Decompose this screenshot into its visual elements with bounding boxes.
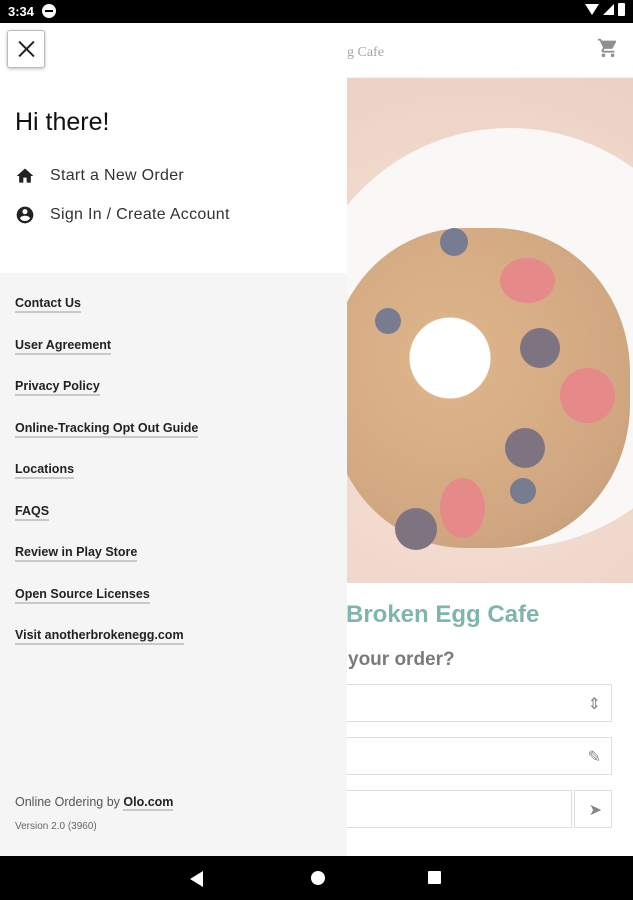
wifi-icon [585, 4, 599, 15]
review-play-store-link[interactable]: Review in Play Store [15, 545, 138, 562]
drawer-footer: Online Ordering by Olo.com [15, 795, 174, 811]
status-time: 3:34 [8, 4, 35, 19]
start-new-order-item[interactable]: Start a New Order [15, 166, 184, 186]
cell-signal-icon [603, 4, 614, 15]
visit-website-link[interactable]: Visit anotherbrokenegg.com [15, 628, 184, 645]
screen: 3:34 gg Cafe Broken Egg Cafe your order?… [0, 0, 633, 900]
menu-item-label: Sign In / Create Account [50, 206, 230, 223]
greeting-heading: Hi there! [15, 108, 110, 136]
battery-icon [618, 3, 625, 16]
navigation-drawer: Hi there! Start a New Order Sign In / Cr… [0, 23, 347, 856]
system-icons [585, 3, 625, 16]
home-icon [16, 168, 34, 183]
back-icon[interactable] [190, 871, 203, 887]
open-source-licenses-link[interactable]: Open Source Licenses [15, 587, 150, 604]
sign-in-item[interactable]: Sign In / Create Account [15, 205, 230, 225]
recents-icon[interactable] [428, 871, 441, 884]
olo-link[interactable]: Olo.com [123, 795, 174, 811]
close-drawer-button[interactable] [7, 30, 45, 68]
app-version: Version 2.0 (3960) [15, 821, 97, 832]
dnd-icon [42, 4, 56, 18]
privacy-policy-link[interactable]: Privacy Policy [15, 379, 100, 396]
account-circle-icon [16, 206, 34, 224]
footer-prefix: Online Ordering by [15, 795, 120, 809]
faqs-link[interactable]: FAQS [15, 504, 50, 521]
contact-us-link[interactable]: Contact Us [15, 296, 81, 313]
locations-link[interactable]: Locations [15, 462, 75, 479]
user-agreement-link[interactable]: User Agreement [15, 338, 112, 355]
status-bar: 3:34 [0, 0, 633, 23]
system-nav-bar [0, 856, 633, 900]
home-circle-icon[interactable] [311, 871, 325, 885]
menu-item-label: Start a New Order [50, 167, 185, 184]
drawer-header: Hi there! Start a New Order Sign In / Cr… [0, 23, 347, 273]
opt-out-guide-link[interactable]: Online-Tracking Opt Out Guide [15, 421, 199, 438]
